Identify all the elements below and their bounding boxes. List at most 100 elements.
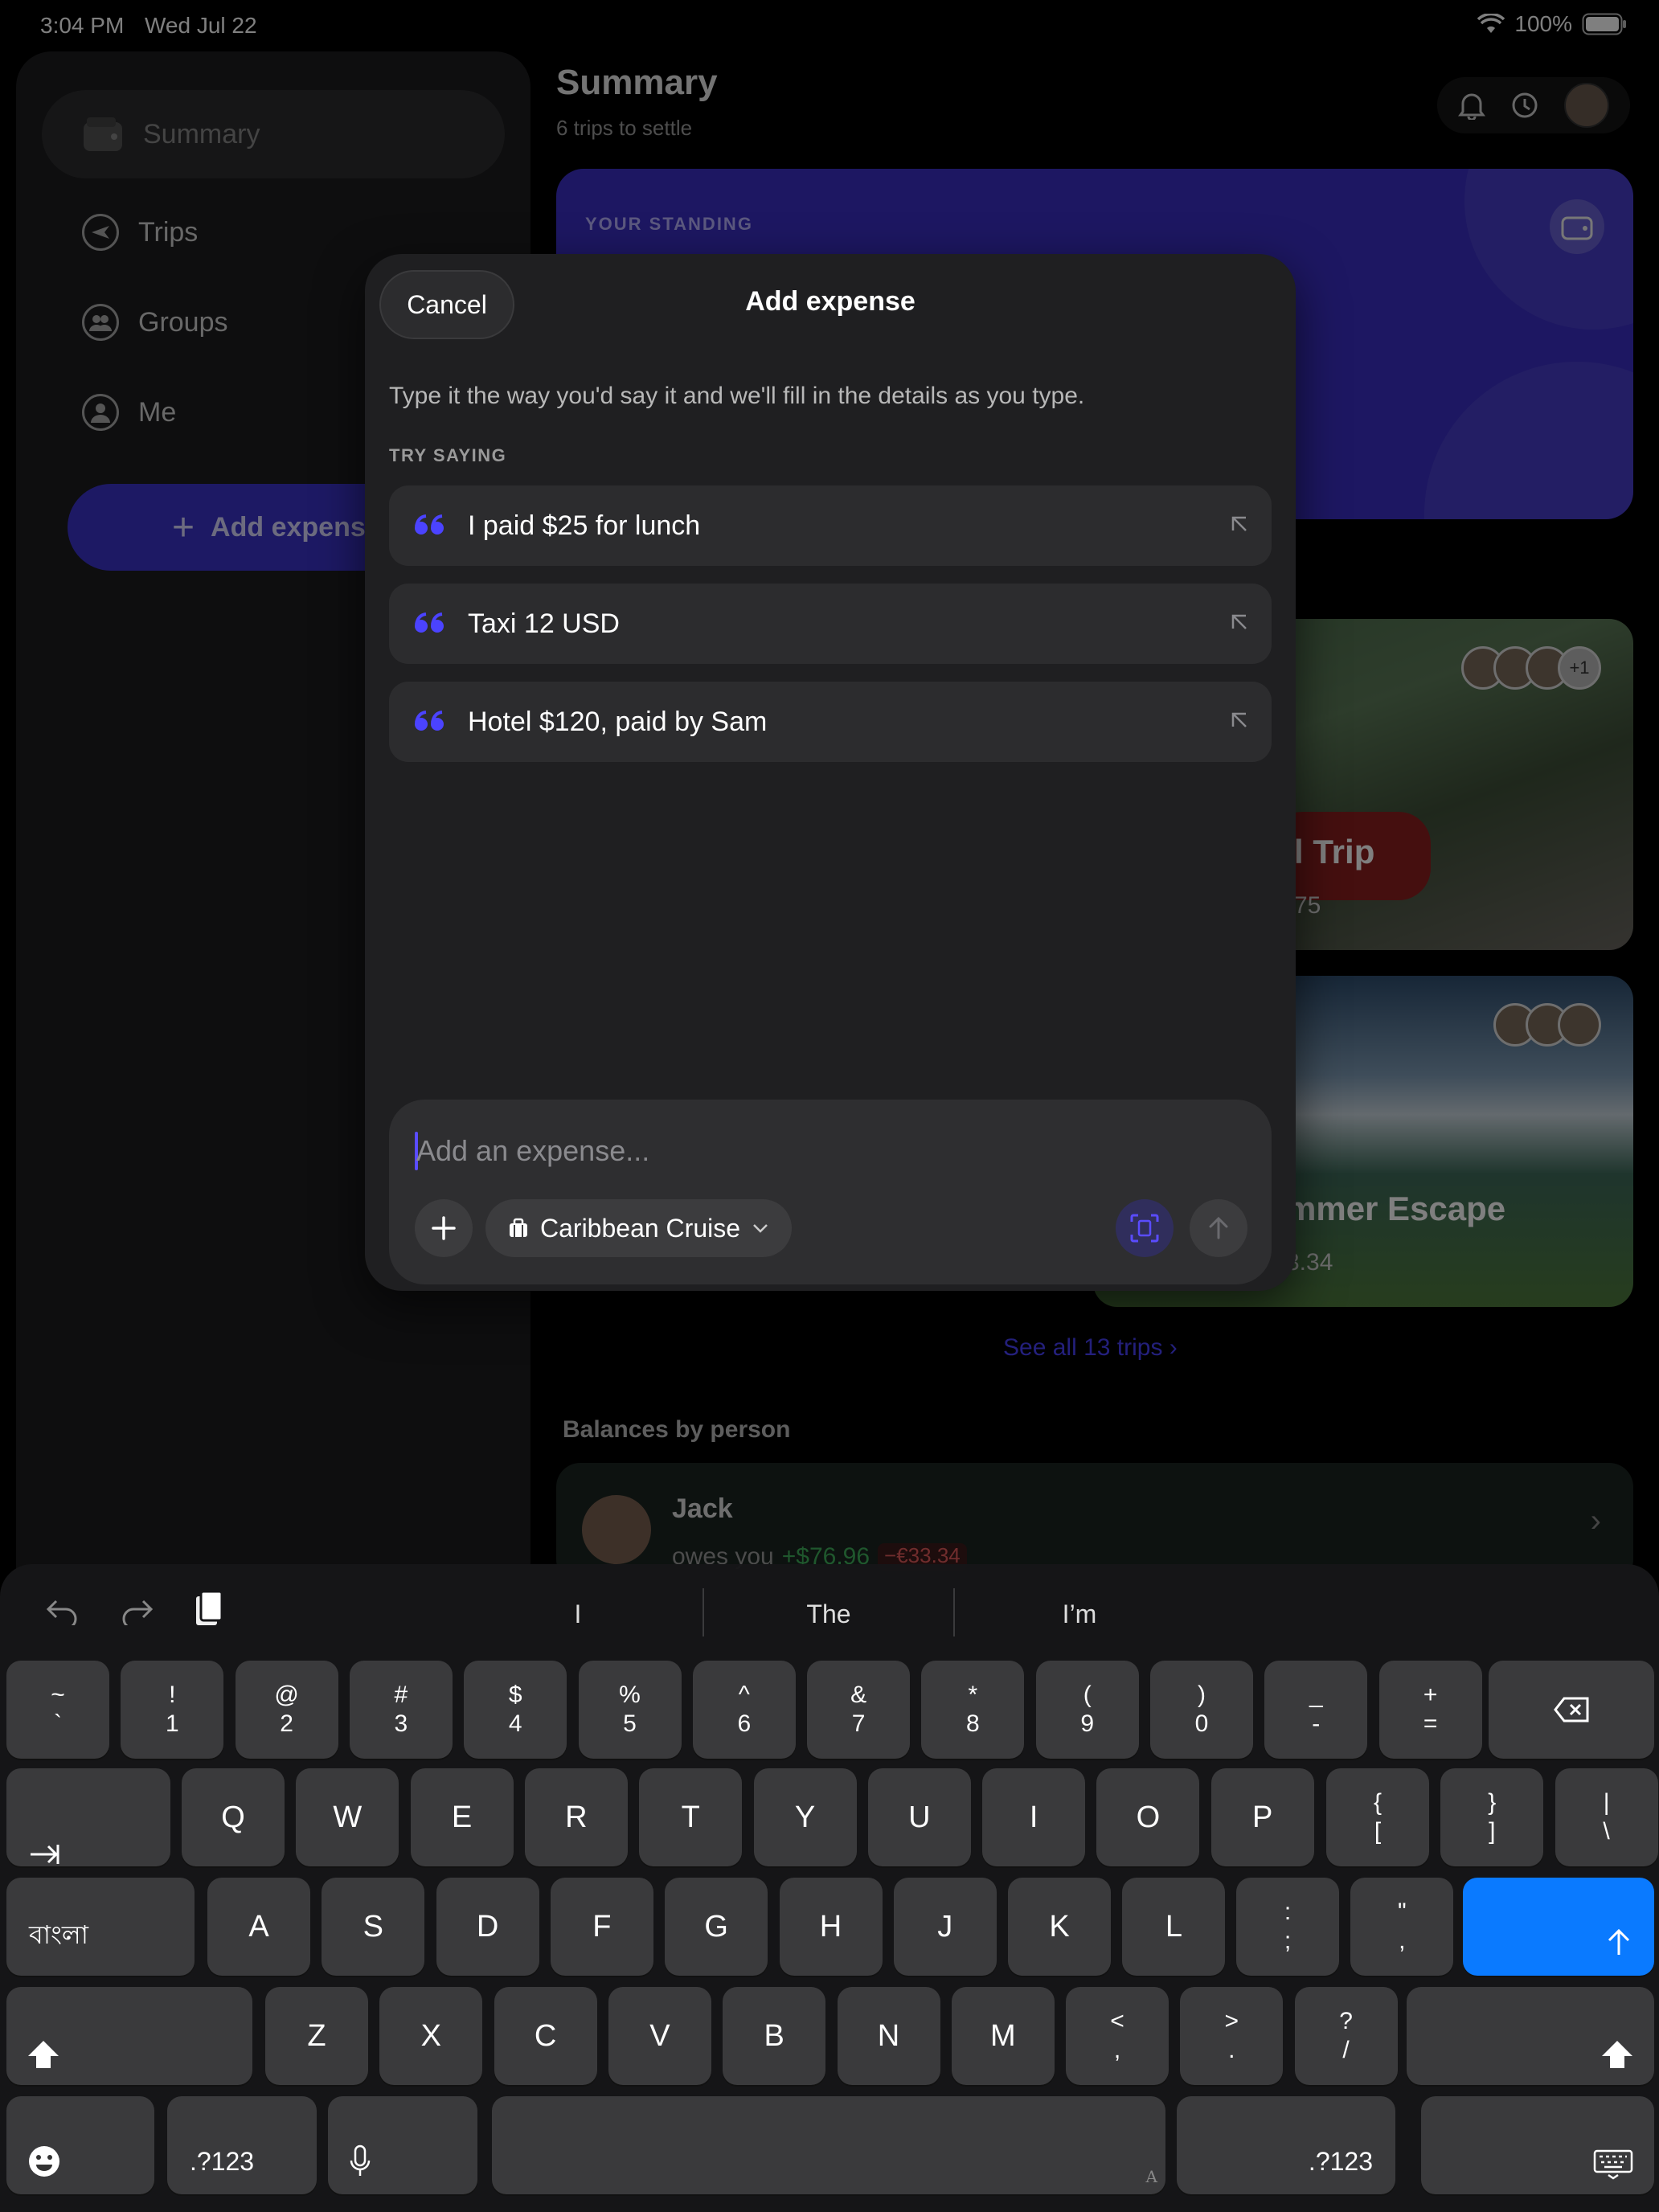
key-bracket-0[interactable]: {[ — [1326, 1768, 1429, 1866]
key-k[interactable]: K — [1008, 1878, 1112, 1976]
suggestion-text: Taxi 12 USD — [468, 608, 620, 639]
keyboard-hide-icon — [1593, 2149, 1633, 2180]
key-7[interactable]: & 7 — [807, 1661, 911, 1759]
hide-keyboard-key[interactable] — [1421, 2096, 1654, 2194]
key-`[interactable]: ~ ` — [6, 1661, 109, 1759]
key-i[interactable]: I — [982, 1768, 1086, 1866]
tab-key[interactable] — [6, 1768, 170, 1866]
scan-icon — [1130, 1214, 1159, 1243]
key-sym-2[interactable]: ? / — [1294, 1987, 1398, 2085]
shift-key-left[interactable] — [6, 1987, 252, 2085]
return-key[interactable] — [1463, 1878, 1654, 1976]
key-2[interactable]: @2 — [235, 1661, 338, 1759]
shift-icon — [28, 2041, 59, 2068]
scan-receipt-button[interactable] — [1116, 1199, 1174, 1257]
key-l[interactable]: L — [1122, 1878, 1226, 1976]
key-c[interactable]: C — [494, 1987, 597, 2085]
quote-icon — [415, 514, 444, 535]
key-s[interactable]: S — [322, 1878, 425, 1976]
key-0[interactable]: ) 0 — [1150, 1661, 1253, 1759]
key-m[interactable]: M — [951, 1987, 1055, 2085]
key-punct-1[interactable]: ", — [1350, 1878, 1454, 1976]
suggestion-item[interactable]: Hotel $120, paid by Sam — [389, 682, 1272, 762]
clipboard-icon[interactable] — [193, 1588, 225, 1628]
key-a[interactable]: A — [207, 1878, 310, 1976]
key-j[interactable]: J — [893, 1878, 997, 1976]
prediction-word[interactable]: I’m — [955, 1600, 1204, 1629]
numeric-key-left[interactable]: .?123 — [167, 2096, 317, 2194]
key-u[interactable]: U — [867, 1768, 971, 1866]
key-p[interactable]: P — [1210, 1768, 1314, 1866]
suggestion-text: Hotel $120, paid by Sam — [468, 706, 768, 737]
key--[interactable]: _ - — [1264, 1661, 1368, 1759]
prediction-word[interactable]: I — [453, 1600, 703, 1629]
key-=[interactable]: + = — [1378, 1661, 1482, 1759]
key-5[interactable]: % 5 — [578, 1661, 682, 1759]
key-f[interactable]: F — [550, 1878, 653, 1976]
suggestion-item[interactable]: I paid $25 for lunch — [389, 485, 1272, 566]
key-1[interactable]: ! 1 — [121, 1661, 224, 1759]
key-w[interactable]: W — [296, 1768, 399, 1866]
key-r[interactable]: R — [524, 1768, 628, 1866]
arrow-up-left-icon — [1231, 516, 1247, 531]
arrow-up-left-icon — [1231, 712, 1247, 727]
key-punct-0[interactable]: :; — [1236, 1878, 1339, 1976]
on-screen-keyboard: I The I’m ~ `! 1 @2 #3 $4% 5 ^ 6 & 7 * 8(9) 0 _ - + = Q W E R… — [0, 1564, 1659, 2212]
delete-icon — [1554, 1697, 1589, 1722]
prediction-word[interactable]: The — [704, 1600, 953, 1629]
key-8[interactable]: * 8 — [921, 1661, 1025, 1759]
numeric-key-right[interactable]: .?123 — [1177, 2096, 1395, 2194]
delete-key[interactable] — [1489, 1661, 1654, 1759]
chevron-down-icon — [753, 1224, 768, 1233]
trip-selector[interactable]: Caribbean Cruise — [485, 1199, 793, 1257]
key-x[interactable]: X — [379, 1987, 483, 2085]
key-q[interactable]: Q — [182, 1768, 285, 1866]
suitcase-icon — [510, 1218, 527, 1237]
dictation-key[interactable] — [328, 2096, 477, 2194]
key-v[interactable]: V — [608, 1987, 711, 2085]
language-key[interactable]: বাংলা — [6, 1878, 195, 1976]
suggestion-text: I paid $25 for lunch — [468, 510, 701, 541]
keyboard-suggestion-bar: I The I’m — [0, 1564, 1659, 1661]
modal-title: Add expense — [745, 286, 916, 317]
microphone-icon — [350, 2144, 371, 2176]
add-expense-modal: Cancel Add expense Type it the way you'd… — [365, 254, 1296, 1291]
key-9[interactable]: (9 — [1035, 1661, 1139, 1759]
key-t[interactable]: T — [639, 1768, 743, 1866]
key-4[interactable]: $4 — [464, 1661, 567, 1759]
expense-input[interactable] — [416, 1127, 1140, 1175]
key-sym-0[interactable]: <, — [1066, 1987, 1169, 2085]
key-bracket-1[interactable]: }] — [1440, 1768, 1544, 1866]
key-e[interactable]: E — [410, 1768, 514, 1866]
quote-icon — [415, 711, 444, 731]
suggestion-item[interactable]: Taxi 12 USD — [389, 584, 1272, 664]
tab-icon — [31, 1845, 59, 1864]
arrow-up-icon — [1209, 1216, 1228, 1239]
key-3[interactable]: #3 — [349, 1661, 453, 1759]
key-h[interactable]: H — [779, 1878, 883, 1976]
return-arrow-icon — [1608, 1928, 1630, 1955]
redo-icon[interactable] — [121, 1596, 154, 1625]
key-o[interactable]: O — [1096, 1768, 1200, 1866]
key-sym-1[interactable]: >. — [1180, 1987, 1284, 2085]
attach-button[interactable] — [415, 1199, 473, 1257]
emoji-key[interactable] — [6, 2096, 154, 2194]
trip-selector-label: Caribbean Cruise — [540, 1213, 741, 1243]
space-key[interactable]: A — [492, 2096, 1165, 2194]
key-n[interactable]: N — [837, 1987, 940, 2085]
key-b[interactable]: B — [723, 1987, 826, 2085]
arrow-up-left-icon — [1231, 614, 1247, 629]
key-bracket-2[interactable]: | \ — [1555, 1768, 1658, 1866]
key-d[interactable]: D — [436, 1878, 539, 1976]
key-6[interactable]: ^ 6 — [692, 1661, 796, 1759]
key-g[interactable]: G — [665, 1878, 768, 1976]
quote-icon — [415, 612, 444, 633]
emoji-icon — [29, 2146, 59, 2177]
try-saying-label: TRY SAYING — [389, 445, 507, 465]
key-z[interactable]: Z — [265, 1987, 368, 2085]
shift-key-right[interactable] — [1407, 1987, 1654, 2085]
send-button[interactable] — [1190, 1199, 1247, 1257]
shift-icon — [1602, 2041, 1632, 2068]
key-y[interactable]: Y — [753, 1768, 857, 1866]
undo-icon[interactable] — [45, 1596, 79, 1625]
